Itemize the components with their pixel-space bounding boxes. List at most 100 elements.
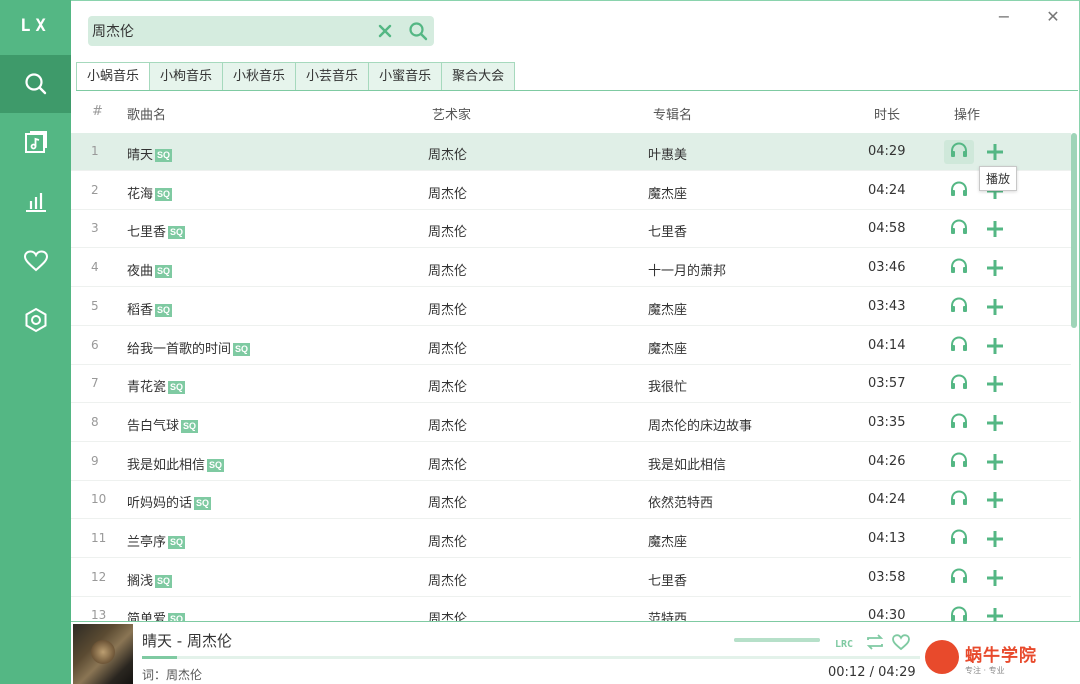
song-album[interactable]: 魔杰座 [648, 299, 687, 318]
song-album[interactable]: 魔杰座 [648, 338, 687, 357]
song-artist[interactable]: 周杰伦 [428, 531, 467, 550]
close-button[interactable]: ✕ [1042, 7, 1064, 29]
add-to-list-button[interactable] [985, 297, 1005, 317]
table-row[interactable]: 4 夜曲 SQ 周杰伦 十一月的萧邦 03:46 [71, 249, 1071, 288]
song-artist[interactable]: 周杰伦 [428, 144, 467, 163]
song-title[interactable]: 听妈妈的话 SQ [127, 492, 212, 511]
repeat-icon[interactable] [865, 632, 885, 652]
tab-source-2[interactable]: 小枸音乐 [150, 62, 224, 91]
song-album[interactable]: 十一月的萧邦 [648, 260, 726, 279]
sidebar-item-songlist[interactable] [0, 114, 71, 172]
tab-source-1[interactable]: 小蜗音乐 [76, 62, 151, 91]
add-to-list-button[interactable] [985, 336, 1005, 356]
song-album[interactable]: 魔杰座 [648, 183, 687, 202]
album-cover[interactable] [73, 624, 133, 684]
song-title[interactable]: 花海 SQ [127, 183, 173, 202]
sidebar-item-settings[interactable] [0, 291, 71, 349]
play-button[interactable] [944, 295, 974, 319]
add-to-list-button[interactable] [985, 568, 1005, 588]
song-album[interactable]: 依然范特西 [648, 492, 713, 511]
playback-progress[interactable] [142, 656, 920, 659]
table-row[interactable]: 5 稻香 SQ 周杰伦 魔杰座 03:43 [71, 288, 1071, 326]
table-row[interactable]: 13 简单爱 SQ 周杰伦 范特西 04:30 [71, 597, 1071, 621]
add-to-list-button[interactable] [985, 219, 1005, 239]
play-button[interactable] [944, 140, 974, 164]
song-artist[interactable]: 周杰伦 [428, 299, 467, 318]
minimize-button[interactable]: − [993, 7, 1015, 29]
play-button[interactable] [944, 217, 974, 241]
table-row[interactable]: 11 兰亭序 SQ 周杰伦 魔杰座 04:13 [71, 520, 1071, 558]
song-artist[interactable]: 周杰伦 [428, 454, 467, 473]
tab-source-3[interactable]: 小秋音乐 [223, 62, 297, 91]
volume-slider[interactable] [734, 638, 820, 642]
clear-icon[interactable] [376, 22, 394, 40]
song-artist[interactable]: 周杰伦 [428, 221, 467, 240]
add-to-list-button[interactable] [985, 606, 1005, 621]
song-artist[interactable]: 周杰伦 [428, 338, 467, 357]
song-artist[interactable]: 周杰伦 [428, 415, 467, 434]
table-row[interactable]: 12 搁浅 SQ 周杰伦 七里香 03:58 [71, 559, 1071, 597]
play-button[interactable] [944, 179, 974, 203]
sidebar-item-leaderboard[interactable] [0, 173, 71, 231]
play-button[interactable] [944, 604, 974, 621]
table-row[interactable]: 6 给我一首歌的时间 SQ 周杰伦 魔杰座 04:14 [71, 327, 1071, 365]
add-to-list-button[interactable] [985, 529, 1005, 549]
lyric-icon[interactable]: LRC [835, 632, 855, 652]
song-artist[interactable]: 周杰伦 [428, 608, 467, 621]
song-title[interactable]: 告白气球 SQ [127, 415, 199, 434]
table-row[interactable]: 8 告白气球 SQ 周杰伦 周杰伦的床边故事 03:35 [71, 404, 1071, 442]
song-title[interactable]: 我是如此相信 SQ [127, 454, 225, 473]
song-album[interactable]: 魔杰座 [648, 531, 687, 550]
table-row[interactable]: 3 七里香 SQ 周杰伦 七里香 04:58 [71, 210, 1071, 249]
song-album[interactable]: 我是如此相信 [648, 454, 726, 473]
table-row[interactable]: 10 听妈妈的话 SQ 周杰伦 依然范特西 04:24 [71, 481, 1071, 520]
tab-source-5[interactable]: 小蜜音乐 [369, 62, 443, 91]
table-row[interactable]: 7 青花瓷 SQ 周杰伦 我很忙 03:57 [71, 365, 1071, 404]
sidebar-item-favorites[interactable] [0, 232, 71, 290]
play-button[interactable] [944, 488, 974, 512]
song-title[interactable]: 搁浅 SQ [127, 570, 173, 589]
table-row[interactable]: 2 花海 SQ 周杰伦 魔杰座 04:24 [71, 172, 1071, 210]
song-artist[interactable]: 周杰伦 [428, 376, 467, 395]
favorite-icon[interactable] [891, 632, 911, 652]
tab-source-4[interactable]: 小芸音乐 [296, 62, 370, 91]
song-title[interactable]: 简单爱 SQ [127, 608, 186, 621]
scrollbar-thumb[interactable] [1071, 133, 1077, 328]
song-album[interactable]: 我很忙 [648, 376, 687, 395]
play-button[interactable] [944, 527, 974, 551]
play-button[interactable] [944, 334, 974, 358]
song-album[interactable]: 周杰伦的床边故事 [648, 415, 752, 434]
song-title[interactable]: 晴天 SQ [127, 144, 173, 163]
song-title[interactable]: 兰亭序 SQ [127, 531, 186, 550]
play-button[interactable] [944, 411, 974, 435]
song-artist[interactable]: 周杰伦 [428, 260, 467, 279]
tab-source-6[interactable]: 聚合大会 [442, 62, 516, 91]
play-button[interactable] [944, 566, 974, 590]
song-album[interactable]: 范特西 [648, 608, 687, 621]
scrollbar[interactable] [1071, 133, 1077, 621]
search-input[interactable] [88, 17, 368, 45]
song-album[interactable]: 叶惠美 [648, 144, 687, 163]
play-button[interactable] [944, 372, 974, 396]
song-title[interactable]: 夜曲 SQ [127, 260, 173, 279]
search-button[interactable] [408, 21, 428, 41]
add-to-list-button[interactable] [985, 142, 1005, 162]
add-to-list-button[interactable] [985, 413, 1005, 433]
add-to-list-button[interactable] [985, 452, 1005, 472]
song-album[interactable]: 七里香 [648, 570, 687, 589]
song-album[interactable]: 七里香 [648, 221, 687, 240]
song-title[interactable]: 青花瓷 SQ [127, 376, 186, 395]
song-title[interactable]: 给我一首歌的时间 SQ [127, 338, 251, 357]
add-to-list-button[interactable] [985, 490, 1005, 510]
sidebar-item-search[interactable] [0, 55, 71, 113]
add-to-list-button[interactable] [985, 374, 1005, 394]
song-title[interactable]: 稻香 SQ [127, 299, 173, 318]
play-button[interactable] [944, 256, 974, 280]
table-row[interactable]: 1 晴天 SQ 周杰伦 叶惠美 04:29 [71, 133, 1071, 171]
song-artist[interactable]: 周杰伦 [428, 183, 467, 202]
song-artist[interactable]: 周杰伦 [428, 492, 467, 511]
song-artist[interactable]: 周杰伦 [428, 570, 467, 589]
table-row[interactable]: 9 我是如此相信 SQ 周杰伦 我是如此相信 04:26 [71, 443, 1071, 481]
song-title[interactable]: 七里香 SQ [127, 221, 186, 240]
add-to-list-button[interactable] [985, 258, 1005, 278]
